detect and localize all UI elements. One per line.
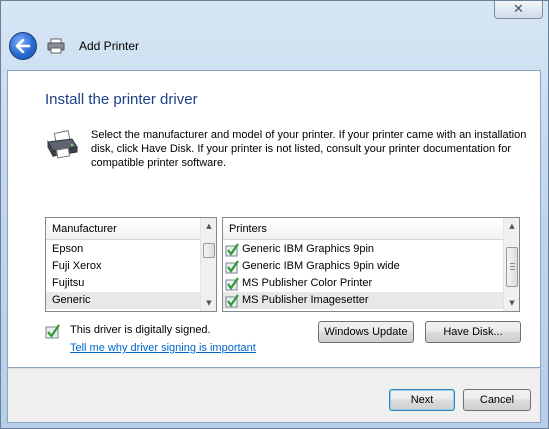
signed-status-icon — [45, 324, 60, 339]
signed-status-text: This driver is digitally signed. — [70, 324, 211, 336]
printer-item-label: Generic IBM Graphics 9pin — [242, 243, 375, 255]
manufacturer-items: Epson Fuji Xerox Fujitsu Generic — [46, 241, 200, 309]
title-bar: Add Printer — [7, 28, 541, 64]
printer-item-label: Generic IBM Graphics 9pin wide — [242, 260, 400, 272]
printer-icon — [47, 38, 65, 54]
scroll-thumb[interactable] — [506, 247, 518, 287]
scroll-thumb[interactable] — [203, 243, 215, 258]
have-disk-button[interactable]: Have Disk... — [425, 321, 521, 343]
manufacturer-item[interactable]: Epson — [46, 241, 200, 258]
close-button[interactable]: ✕ — [494, 1, 543, 19]
printer-item[interactable]: MS Publisher Color Printer — [223, 275, 503, 292]
scroll-down-icon[interactable]: ▼ — [201, 295, 217, 311]
scroll-grip — [510, 266, 515, 267]
printer-items: Generic IBM Graphics 9pin Generic IBM Gr… — [223, 241, 503, 309]
scroll-down-icon[interactable]: ▼ — [504, 295, 520, 311]
printer-illustration-icon — [47, 130, 78, 159]
printer-item-label: MS Publisher Imagesetter — [242, 294, 369, 306]
manufacturer-item[interactable]: Fuji Xerox — [46, 258, 200, 275]
printer-item[interactable]: Generic IBM Graphics 9pin — [223, 241, 503, 258]
printers-scrollbar[interactable]: ▲ ▼ — [503, 218, 519, 311]
next-button[interactable]: Next — [389, 389, 455, 411]
windows-update-button[interactable]: Windows Update — [318, 321, 414, 343]
signed-driver-icon — [225, 293, 239, 307]
manufacturer-header: Manufacturer — [46, 218, 216, 240]
printer-item-label: MS Publisher Color Printer — [242, 277, 373, 289]
page-heading: Install the printer driver — [45, 91, 198, 108]
scroll-up-icon[interactable]: ▲ — [201, 218, 217, 234]
instruction-text: Select the manufacturer and model of you… — [91, 129, 527, 169]
signed-driver-icon — [225, 276, 239, 290]
signed-driver-icon — [225, 242, 239, 256]
manufacturer-item-selected[interactable]: Generic — [46, 292, 200, 309]
scroll-grip — [510, 263, 515, 264]
printer-item[interactable]: Generic IBM Graphics 9pin wide — [223, 258, 503, 275]
manufacturer-item[interactable]: Fujitsu — [46, 275, 200, 292]
footer-bar — [7, 368, 541, 423]
manufacturer-listbox[interactable]: Manufacturer Epson Fuji Xerox Fujitsu Ge… — [45, 217, 217, 312]
scroll-up-icon[interactable]: ▲ — [504, 218, 520, 234]
printers-header: Printers — [223, 218, 519, 240]
manufacturer-scrollbar[interactable]: ▲ ▼ — [200, 218, 216, 311]
printer-item-selected[interactable]: MS Publisher Imagesetter — [223, 292, 503, 309]
scroll-grip — [510, 269, 515, 270]
cancel-button[interactable]: Cancel — [463, 389, 531, 411]
back-arrow-icon — [15, 39, 31, 53]
back-button[interactable] — [9, 32, 37, 60]
signed-driver-icon — [225, 259, 239, 273]
window-title: Add Printer — [79, 39, 140, 53]
close-icon: ✕ — [513, 2, 524, 17]
driver-signing-link[interactable]: Tell me why driver signing is important — [70, 342, 256, 354]
printers-listbox[interactable]: Printers Generic IBM Graphics 9pin Gener… — [222, 217, 520, 312]
